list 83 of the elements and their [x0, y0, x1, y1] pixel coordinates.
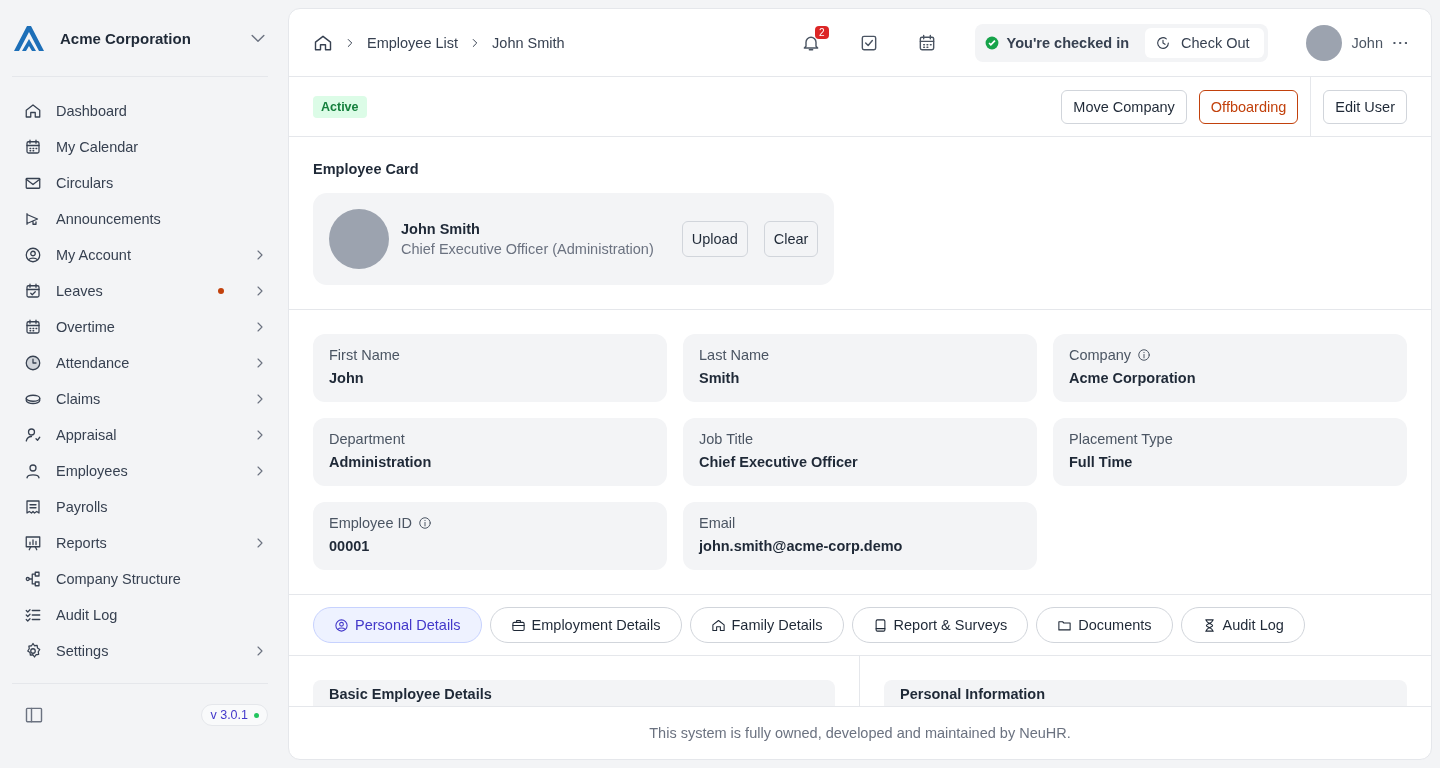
- user-circle-icon: [24, 246, 42, 264]
- sidebar-item[interactable]: Circulars: [12, 165, 268, 201]
- field-label: Placement Type: [1069, 431, 1173, 447]
- settings-icon: [24, 642, 42, 660]
- user-circle-icon: [334, 617, 349, 633]
- field-label: Company: [1069, 347, 1132, 363]
- photo-button[interactable]: Clear: [763, 221, 819, 257]
- field-label: Email: [699, 515, 736, 531]
- hierarchy-icon: [24, 570, 42, 588]
- field-label: Department: [329, 431, 405, 447]
- calendar-icon: [24, 318, 42, 336]
- tab[interactable]: Personal Details: [313, 607, 482, 643]
- sidebar-item[interactable]: Attendance: [12, 345, 268, 381]
- company-name: Acme Corporation: [60, 29, 192, 47]
- photo-button[interactable]: Upload: [681, 221, 748, 257]
- employee-name: John Smith: [401, 221, 481, 237]
- notification-count: 2: [815, 25, 829, 39]
- employee-role: Chief Executive Officer (Administration): [401, 241, 654, 257]
- breadcrumb-link[interactable]: John Smith: [492, 34, 565, 51]
- info-icon: [418, 516, 432, 530]
- user-check-icon: [24, 426, 42, 444]
- sidebar-item[interactable]: Leaves: [12, 273, 268, 309]
- chart-board-icon: [24, 534, 42, 552]
- sidebar-toggle-icon: [24, 705, 44, 725]
- clock-icon: [1155, 34, 1172, 51]
- footer-text: This system is fully owned, developed and maintained by NeuHR.: [649, 725, 1071, 741]
- tab[interactable]: Family Details: [689, 607, 844, 643]
- checklist-icon: [24, 606, 42, 624]
- sidebar-item[interactable]: Payrolls: [12, 489, 268, 525]
- sidebar-item[interactable]: My Account: [12, 237, 268, 273]
- check-in-status: You're checked in: [1006, 34, 1130, 51]
- sidebar-item[interactable]: Announcements: [12, 201, 268, 237]
- logo-icon: [12, 24, 46, 52]
- sidebar-item[interactable]: Dashboard: [12, 93, 268, 129]
- action-button[interactable]: Offboarding: [1198, 89, 1299, 124]
- sidebar-item[interactable]: Appraisal: [12, 417, 268, 453]
- field-value: Smith: [699, 370, 741, 386]
- more-icon[interactable]: [1393, 40, 1407, 45]
- briefcase-icon: [510, 617, 526, 633]
- section-header[interactable]: Personal Information: [884, 680, 1407, 706]
- sidebar-item[interactable]: My Calendar: [12, 129, 268, 165]
- field-value: Administration: [329, 454, 433, 470]
- sidebar-item[interactable]: Audit Log: [12, 597, 268, 633]
- tab[interactable]: Report & Surveys: [851, 607, 1029, 643]
- breadcrumb-link[interactable]: Employee List: [367, 34, 459, 51]
- field-label: First Name: [329, 347, 400, 363]
- field-value: john.smith@acme-corp.demo: [699, 538, 904, 554]
- status-badge: Active: [313, 95, 367, 118]
- sidebar-item[interactable]: Claims: [12, 381, 268, 417]
- sidebar-item[interactable]: Settings: [12, 633, 268, 669]
- sidebar-item[interactable]: Overtime: [12, 309, 268, 345]
- receipt-icon: [24, 498, 42, 516]
- tab[interactable]: Employment Details: [489, 607, 682, 643]
- info-icon: [1137, 348, 1152, 362]
- field-label: Job Title: [699, 431, 753, 447]
- check-circle-icon: [984, 35, 999, 50]
- home-icon: [24, 102, 42, 120]
- clock-icon: [24, 354, 42, 372]
- action-button[interactable]: Edit User: [1323, 89, 1407, 124]
- tab[interactable]: Audit Log: [1180, 607, 1305, 643]
- calendar-check-icon: [24, 282, 42, 300]
- check-out-button[interactable]: Check Out: [1145, 27, 1264, 58]
- section-title: Employee Card: [313, 161, 420, 177]
- field-value: 00001: [329, 538, 371, 554]
- action-button[interactable]: Move Company: [1061, 89, 1187, 124]
- sidebar-item[interactable]: Company Structure: [12, 561, 268, 597]
- sidebar-item[interactable]: Reports: [12, 525, 268, 561]
- user-name[interactable]: John: [1351, 34, 1383, 51]
- user-icon: [24, 462, 42, 480]
- field-value: John: [329, 370, 365, 386]
- sidebar-item[interactable]: Employees: [12, 453, 268, 489]
- field-label: Last Name: [699, 347, 770, 363]
- field-value: Acme Corporation: [1069, 370, 1197, 386]
- photo-placeholder: [329, 209, 389, 269]
- tab[interactable]: Documents: [1036, 607, 1173, 643]
- tablet-icon: [872, 617, 888, 633]
- calendar-icon: [24, 138, 42, 156]
- field-value: Full Time: [1069, 454, 1134, 470]
- field-label: Employee ID: [329, 515, 412, 531]
- version-badge: v 3.0.1: [201, 704, 268, 726]
- section-header[interactable]: Basic Employee Details: [313, 680, 835, 706]
- field-value: Chief Executive Officer: [699, 454, 859, 470]
- home-icon: [710, 617, 726, 633]
